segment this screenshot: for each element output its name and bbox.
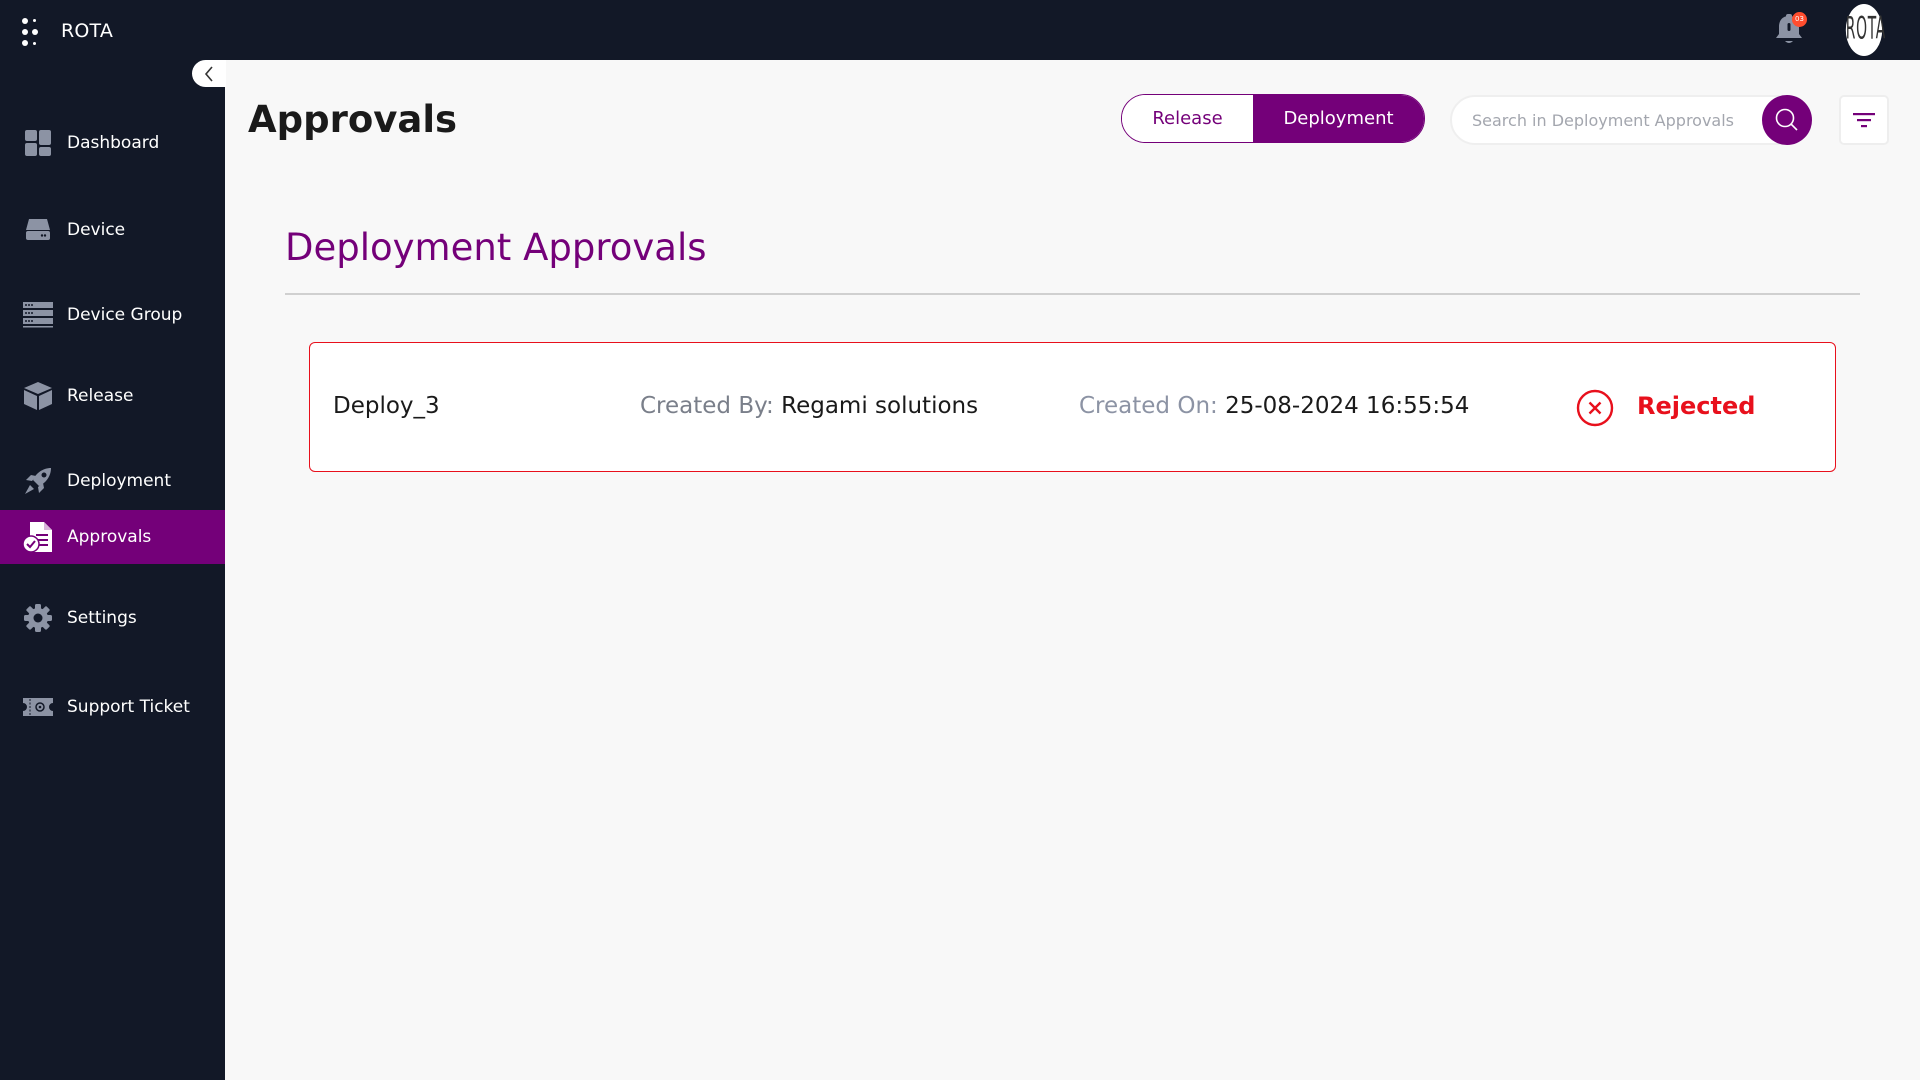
toggle-deployment-button[interactable]: Deployment xyxy=(1253,95,1424,142)
sidebar-collapse-button[interactable] xyxy=(192,60,226,87)
sidebar-item-label: Settings xyxy=(67,608,137,628)
status-badge: Rejected xyxy=(1637,392,1756,420)
toggle-release-button[interactable]: Release xyxy=(1122,95,1253,142)
created-by-value: Regami solutions xyxy=(781,393,979,419)
created-on: Created On: 25-08-2024 16:55:54 xyxy=(1079,393,1469,419)
sidebar-item-label: Device xyxy=(67,220,126,240)
sidebar-item-device-group[interactable]: Device Group xyxy=(0,288,225,342)
created-by: Created By: Regami solutions xyxy=(640,393,978,419)
sidebar-item-device[interactable]: Device xyxy=(0,203,225,257)
search-icon xyxy=(1775,108,1798,131)
device-group-icon xyxy=(22,299,54,331)
search-button[interactable] xyxy=(1762,95,1812,145)
deployment-name: Deploy_3 xyxy=(333,393,440,419)
user-avatar[interactable]: ROTA xyxy=(1845,4,1885,56)
filter-button[interactable] xyxy=(1839,95,1889,145)
sidebar-item-support-ticket[interactable]: Support Ticket xyxy=(0,680,225,734)
sidebar-item-label: Release xyxy=(67,386,134,406)
section-divider xyxy=(285,293,1860,295)
ticket-icon xyxy=(22,691,54,723)
dashboard-icon xyxy=(22,127,54,159)
chevron-left-icon xyxy=(204,65,213,82)
brand-name: ROTA xyxy=(61,20,114,42)
created-on-label: Created On: xyxy=(1079,393,1218,419)
sidebar-item-label: Device Group xyxy=(67,305,183,325)
sidebar-item-release[interactable]: Release xyxy=(0,369,225,423)
gear-icon xyxy=(22,602,54,634)
avatar-text: ROTA xyxy=(1845,11,1886,47)
app-logo-icon xyxy=(22,18,42,48)
approval-card[interactable]: Deploy_3 Created By: Regami solutions Cr… xyxy=(309,342,1836,472)
created-by-label: Created By: xyxy=(640,393,774,419)
sidebar-item-deployment[interactable]: Deployment xyxy=(0,454,225,508)
top-bar: ROTA 03 ROTA xyxy=(0,0,1920,60)
filter-icon xyxy=(1853,113,1875,128)
section-title: Deployment Approvals xyxy=(285,226,707,269)
sidebar: Dashboard Device Device Group Release De… xyxy=(0,60,225,1080)
approvals-document-icon xyxy=(22,521,54,553)
sidebar-item-label: Dashboard xyxy=(67,133,160,153)
release-box-icon xyxy=(22,380,54,412)
rocket-icon xyxy=(22,465,54,497)
sidebar-item-label: Approvals xyxy=(67,527,152,547)
created-on-value: 25-08-2024 16:55:54 xyxy=(1225,393,1470,419)
sidebar-item-label: Deployment xyxy=(67,471,171,491)
notification-badge: 03 xyxy=(1792,12,1807,27)
sidebar-item-approvals[interactable]: Approvals xyxy=(0,510,225,564)
search-input[interactable] xyxy=(1472,97,1742,143)
device-icon xyxy=(22,214,54,246)
search-box xyxy=(1450,95,1812,145)
sidebar-item-label: Support Ticket xyxy=(67,697,190,717)
sidebar-item-settings[interactable]: Settings xyxy=(0,591,225,645)
page-title: Approvals xyxy=(248,98,458,141)
approval-type-toggle: Release Deployment xyxy=(1121,94,1425,143)
sidebar-item-dashboard[interactable]: Dashboard xyxy=(0,116,225,170)
rejected-x-circle-icon xyxy=(1576,389,1614,427)
